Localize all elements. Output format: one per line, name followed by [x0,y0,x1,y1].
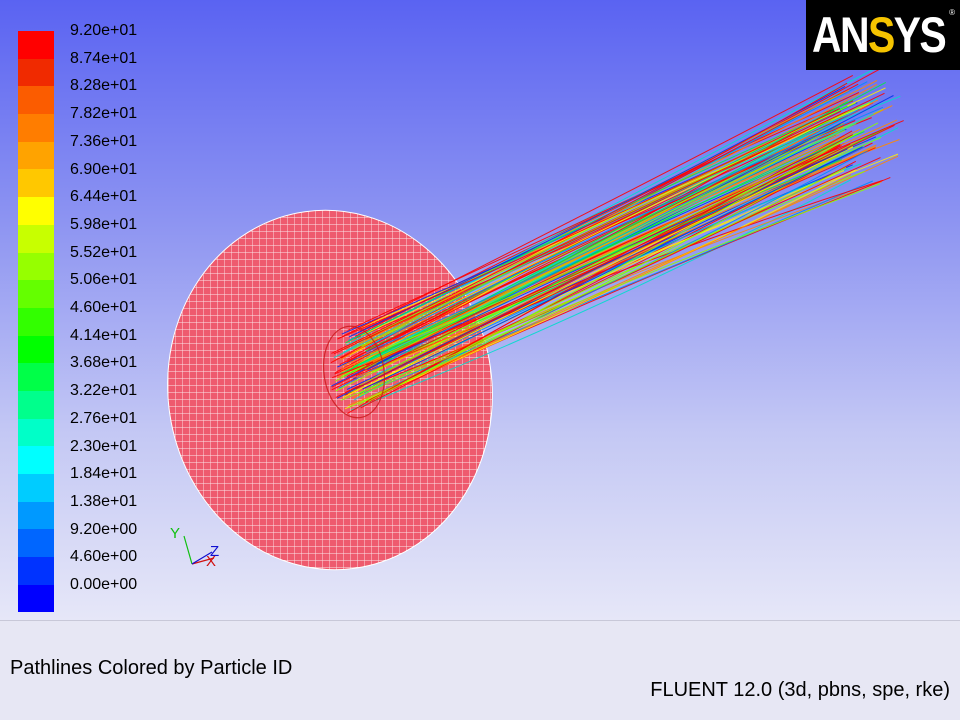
colormap-cell [18,169,54,198]
colormap-label: 8.28e+01 [70,77,138,95]
colormap-cell [18,529,54,558]
logo-wordmark: ANSYS [812,7,947,63]
graphics-viewport[interactable]: 9.20e+01 8.74e+01 8.28e+01 7.82e+01 7.36e+01… [0,0,960,620]
colormap-cell [18,307,54,336]
caption-panel: Pathlines Colored by Particle ID FLUENT … [0,620,960,720]
colormap-label: 6.90e+01 [70,160,138,178]
caption-solver-info: FLUENT 12.0 (3d, pbns, spe, rke) [650,679,950,701]
colormap-cell [18,557,54,585]
x-axis-label: X [206,553,216,570]
colormap-label: 5.98e+01 [70,215,138,233]
colormap-cell [18,335,54,364]
colormap-cell [18,280,54,308]
colormap-cell [18,114,54,142]
colormap-label: 5.52e+01 [70,243,138,261]
colormap-cell [18,58,54,87]
colormap-label: 2.76e+01 [70,409,138,427]
colormap-cell [18,224,54,253]
colormap-cell [18,390,54,419]
colormap-label: 1.84e+01 [70,465,138,483]
colormap-label: 7.82e+01 [70,105,138,123]
colormap-cell [18,86,54,115]
colormap-label: 0.00e+00 [70,576,138,593]
colormap-label: 5.06e+01 [70,271,138,289]
colormap-label: 4.60e+00 [70,548,138,566]
colormap-cell [18,474,54,502]
colormap-label: 9.20e+01 [70,22,138,39]
colormap-cell [18,446,54,474]
caption-title: Pathlines Colored by Particle ID [10,657,293,679]
colormap-label: 3.68e+01 [70,354,138,372]
colormap-cell [18,584,54,613]
registered-mark: ® [949,8,955,17]
colormap-label: 8.74e+01 [70,49,138,67]
colormap-label: 4.60e+01 [70,299,138,316]
colormap-label: 9.20e+00 [70,520,138,538]
colormap-cell [18,252,54,281]
colormap-label: 6.44e+01 [70,188,138,206]
axis-triad: Y Z X [170,525,219,570]
ansys-logo: ANSYS ® [806,0,960,70]
colormap-cell [18,501,54,530]
y-axis-label: Y [170,525,180,542]
colormap-label: 2.30e+01 [70,437,138,455]
y-axis-line [183,535,193,565]
colormap-label: 7.36e+01 [70,132,138,150]
colormap-cell [18,418,54,447]
colormap-bar [18,31,54,613]
colormap-label: 1.38e+01 [70,492,138,510]
colormap-label: 4.14e+01 [70,326,138,344]
colormap-label: 3.22e+01 [70,382,138,400]
colormap-cell [18,31,54,59]
colormap-cell [18,197,54,225]
colormap-cell [18,363,54,391]
colormap-cell [18,141,54,170]
